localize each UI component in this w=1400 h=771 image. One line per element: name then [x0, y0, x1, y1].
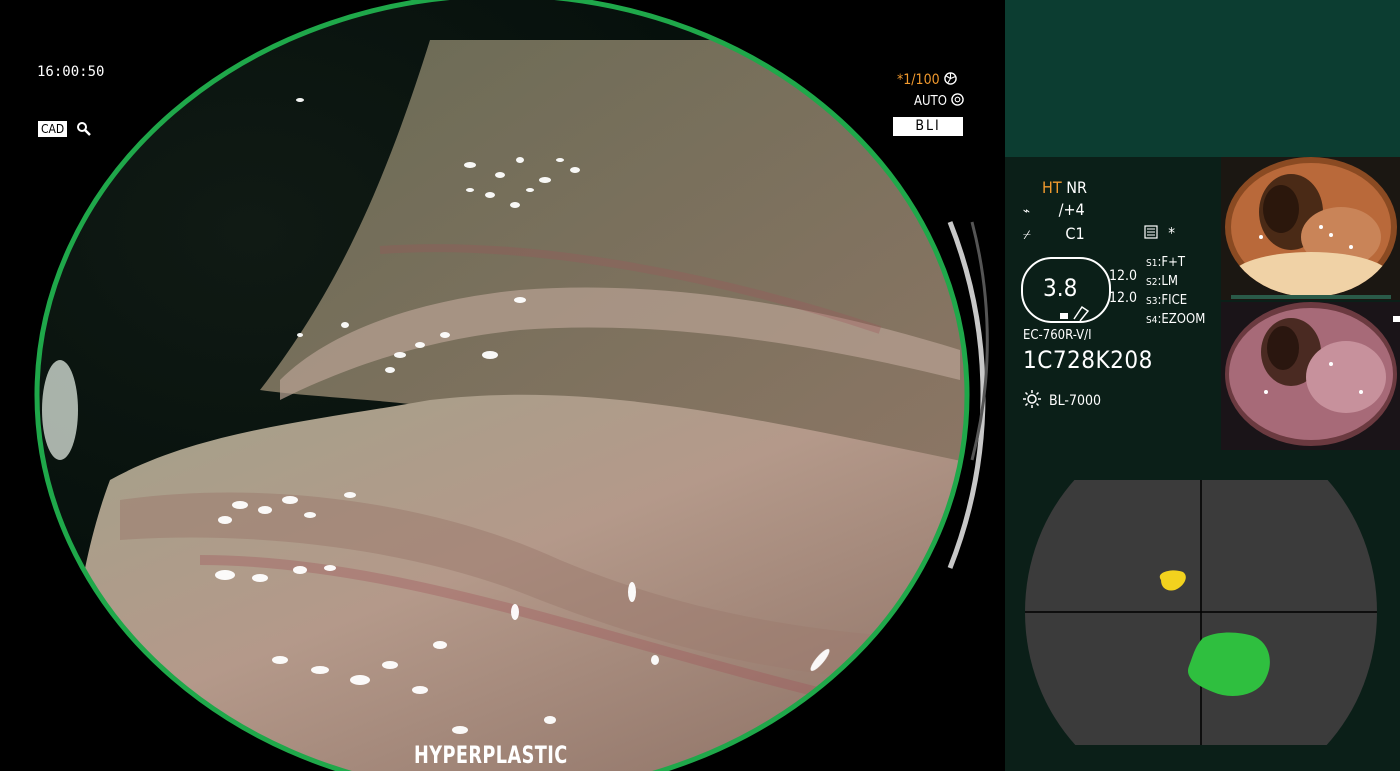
endoscope-main-view: 16:00:50 CAD *1/100 AUTO BLI HYPERPLASTI… [0, 0, 1005, 771]
color-row: ⌿ C1 [1023, 224, 1085, 243]
iris-icon [950, 93, 964, 106]
position-map-graphic [1025, 480, 1377, 745]
info-panel-header [1005, 0, 1400, 157]
endoscopic-image [34, 0, 989, 771]
scope-tip-icon [1060, 305, 1090, 321]
grid-star-row: * [1144, 224, 1175, 242]
cad-label: CAD [38, 121, 68, 137]
iris-readout: AUTO [914, 93, 964, 109]
info-panel: HT NR ⌁ /+4 ⌿ C1 * 3.8 12.0 12.0 S1:F+T … [1005, 0, 1400, 771]
enhance-value: /+4 [1058, 200, 1085, 219]
nr-label: NR [1066, 178, 1087, 197]
zoom-reading-1: 12.0 [1109, 268, 1138, 284]
color-mode-value: C1 [1065, 224, 1085, 243]
mode-badge: BLI [893, 117, 963, 136]
ht-label: HT [1042, 178, 1062, 197]
light-source-value: BL-7000 [1049, 393, 1102, 409]
zoom-value: 3.8 [1043, 274, 1078, 302]
scope-model: EC-760R-V/I [1023, 328, 1092, 343]
enhance-row: ⌁ /+4 [1023, 200, 1085, 219]
thumbnail-1[interactable] [1221, 157, 1400, 300]
star-mark: * [1168, 224, 1176, 242]
switch-item: S2:LM [1146, 274, 1178, 289]
zoom-reading-2: 12.0 [1109, 290, 1138, 306]
thumbnail-image [1225, 302, 1400, 446]
ht-nr-row: HT NR [1042, 178, 1087, 197]
color-icon: ⌿ [1023, 228, 1031, 243]
enhance-icon: ⌁ [1023, 204, 1031, 219]
time-display: 16:00:50 [37, 64, 105, 80]
magnifier-icon [76, 121, 91, 136]
switch-item: S3:FICE [1146, 293, 1188, 308]
switch-item: S4:EZOOM [1146, 312, 1206, 327]
grid-icon [1144, 225, 1158, 239]
shutter-icon [943, 72, 957, 85]
lesion-position-map [1025, 480, 1377, 745]
thumbnail-image [1225, 157, 1397, 299]
scope-serial: 1C728K208 [1023, 346, 1153, 374]
switch-list: S1:F+T S2:LM S3:FICE S4:EZOOM [1146, 254, 1205, 330]
light-icon [1023, 390, 1041, 408]
thumbnail-2[interactable] [1221, 302, 1400, 450]
light-source-row: BL-7000 [1023, 390, 1101, 409]
iris-value: AUTO [914, 94, 947, 109]
switch-item: S1:F+T [1146, 255, 1186, 270]
shutter-value: *1/100 [897, 72, 940, 88]
diagnosis-label: HYPERPLASTIC [414, 741, 568, 769]
shutter-readout: *1/100 [897, 72, 957, 88]
cad-indicator: CAD [38, 118, 92, 137]
